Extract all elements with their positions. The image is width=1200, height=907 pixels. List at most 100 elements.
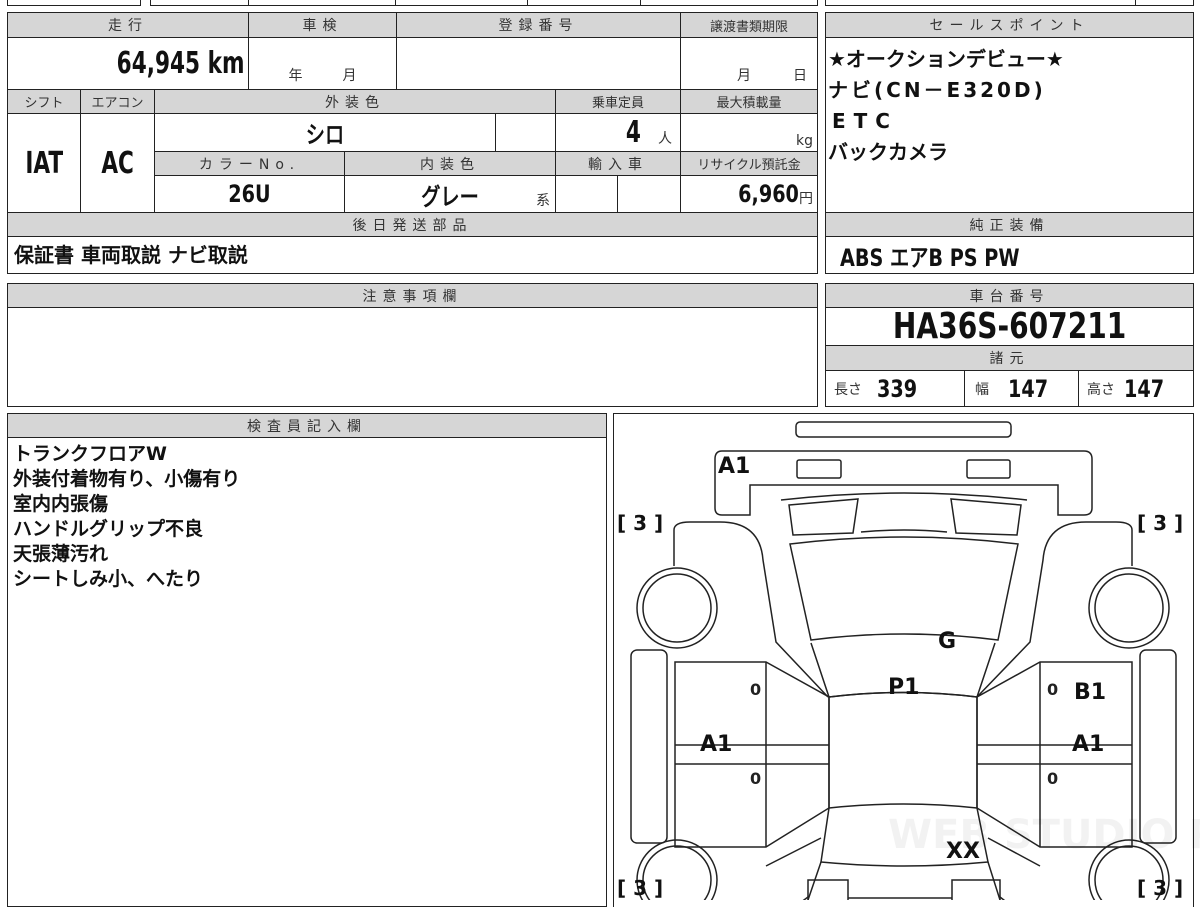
front-bumper — [714, 450, 1093, 516]
windshield — [789, 536, 1019, 641]
specs-header: 諸元 — [825, 345, 1194, 371]
exterior-color-extra — [495, 113, 556, 152]
month-unit: 月 — [342, 68, 357, 84]
spec-length-label: 長さ — [834, 381, 862, 398]
max-load-unit: kg — [796, 133, 813, 149]
front-right-fender — [976, 521, 1133, 698]
import-value-2 — [617, 175, 681, 213]
notes-header: 注意事項欄 — [7, 283, 818, 308]
hood-line — [780, 492, 1028, 501]
exterior-color-value: シロ — [154, 113, 496, 152]
top-strip-cell — [7, 0, 141, 6]
top-strip-cell — [825, 0, 1136, 6]
recycle-fee-unit: 円 — [799, 191, 813, 207]
interior-color-suffix: 系 — [536, 193, 550, 209]
sales-point-item: バックカメラ — [828, 140, 948, 164]
headlight-left — [796, 459, 842, 479]
damage-front-bumper: A1 — [718, 454, 750, 479]
interior-color-header: 内装色 — [344, 151, 556, 176]
color-no-header: カラーNo. — [154, 151, 345, 176]
max-load-value: kg — [680, 113, 818, 152]
inspection-value: 年 月 — [248, 37, 397, 90]
shift-value: IAT — [7, 113, 81, 213]
recycle-fee-value: 6,960 円 — [680, 175, 818, 213]
wheel-front-left — [642, 573, 712, 643]
capacity-header: 乗車定員 — [555, 89, 681, 114]
door-mark: 0 — [1047, 769, 1058, 788]
color-no-value: 26U — [154, 175, 345, 213]
capacity-value: 4 人 — [555, 113, 681, 152]
capacity-number: 4 — [626, 115, 642, 150]
sales-points-list: ★オークションデビュー★ ナビ(CN－E320D) ETC バックカメラ — [825, 37, 1194, 213]
spec-height-value: 147 — [1124, 374, 1165, 403]
roof — [828, 691, 978, 809]
import-value-1 — [555, 175, 618, 213]
car-diagram: WEB STUDIO PRO A1 G P1 B1 A1 A1 XX 0 0 0… — [617, 421, 1200, 900]
grille-left — [788, 498, 859, 536]
inspector-line: ハンドルグリップ不良 — [13, 518, 204, 540]
registration-value — [396, 37, 681, 90]
tire-tread-front-left: [ 3 ] — [617, 511, 663, 535]
top-strip-cell — [150, 0, 249, 6]
wheel-front-right — [1094, 573, 1164, 643]
month-unit: 月 — [737, 68, 751, 84]
chassis-header: 車台番号 — [825, 283, 1194, 308]
chassis-number: HA36S-607211 — [892, 307, 1127, 346]
watermark: WEB STUDIO PRO — [888, 812, 1200, 858]
sales-point-item: ★オークションデビュー★ — [828, 47, 1064, 71]
year-unit: 年 — [288, 68, 303, 84]
sales-point-item: ETC — [832, 109, 898, 133]
spec-height: 高さ 147 — [1078, 370, 1194, 407]
front-bumper-strip — [795, 421, 1012, 438]
max-load-header: 最大積載量 — [680, 89, 818, 114]
exterior-color-header: 外装色 — [154, 89, 556, 114]
inspector-line: 外装付着物有り、小傷有り — [13, 468, 241, 490]
aircon-text: AC — [101, 145, 134, 181]
door-mark: 0 — [750, 680, 761, 699]
standard-equipment-header: 純正装備 — [825, 212, 1194, 237]
capacity-unit: 人 — [658, 131, 672, 147]
spec-length-value: 339 — [877, 374, 918, 403]
transfer-deadline-value: 月 日 — [680, 37, 818, 90]
top-strip-cell — [248, 0, 396, 6]
recycle-fee-number: 6,960 — [738, 180, 799, 208]
recycle-fee-header: リサイクル預託金 — [680, 151, 818, 176]
inspector-header: 検査員記入欄 — [7, 413, 607, 438]
door-mark: 0 — [750, 769, 761, 788]
standard-equipment-value: ABS エアB PS PW — [825, 236, 1194, 274]
mileage-value: 64,945 km — [7, 37, 249, 90]
top-strip-cell — [395, 0, 528, 6]
shift-text: IAT — [25, 145, 63, 181]
mileage-header: 走行 — [7, 12, 249, 38]
spec-width: 幅 147 — [964, 370, 1079, 407]
later-parts-value: 保証書 車両取説 ナビ取説 — [7, 236, 818, 274]
trunk — [807, 861, 1001, 900]
transfer-deadline-header: 譲渡書類期限 — [680, 12, 818, 38]
inspector-line: 天張薄汚れ — [13, 543, 109, 565]
shift-header: シフト — [7, 89, 81, 114]
door-mark: 0 — [1047, 680, 1058, 699]
spec-width-value: 147 — [1008, 374, 1049, 403]
exterior-color-text: シロ — [305, 121, 345, 149]
damage-windshield: G — [938, 629, 956, 654]
mileage-unit: km — [207, 46, 244, 81]
inspector-line: シートしみ小、へたり — [13, 568, 204, 590]
sales-point-item: ナビ(CN－E320D) — [828, 78, 1046, 102]
damage-right-front-door: B1 — [1074, 680, 1106, 705]
day-unit: 日 — [793, 68, 807, 84]
aircon-value: AC — [80, 113, 155, 213]
mileage-number: 64,945 — [116, 46, 200, 81]
damage-roof: P1 — [888, 675, 919, 700]
interior-color-value: グレー 系 — [344, 175, 556, 213]
tire-tread-rear-right: [ 3 ] — [1137, 876, 1183, 900]
interior-color-text: グレー — [421, 182, 479, 211]
spec-width-label: 幅 — [975, 381, 989, 398]
notes-value — [7, 307, 818, 407]
sales-points-header: セールスポイント — [825, 12, 1194, 38]
top-strip-cell — [1135, 0, 1194, 6]
later-parts-header: 後日発送部品 — [7, 212, 818, 237]
inspector-notes: トランクフロアW 外装付着物有り、小傷有り 室内内張傷 ハンドルグリップ不良 天… — [7, 437, 607, 907]
tire-tread-rear-left: [ 3 ] — [617, 876, 663, 900]
tire-tread-front-right: [ 3 ] — [1137, 511, 1183, 535]
inspector-line: 室内内張傷 — [13, 493, 109, 515]
